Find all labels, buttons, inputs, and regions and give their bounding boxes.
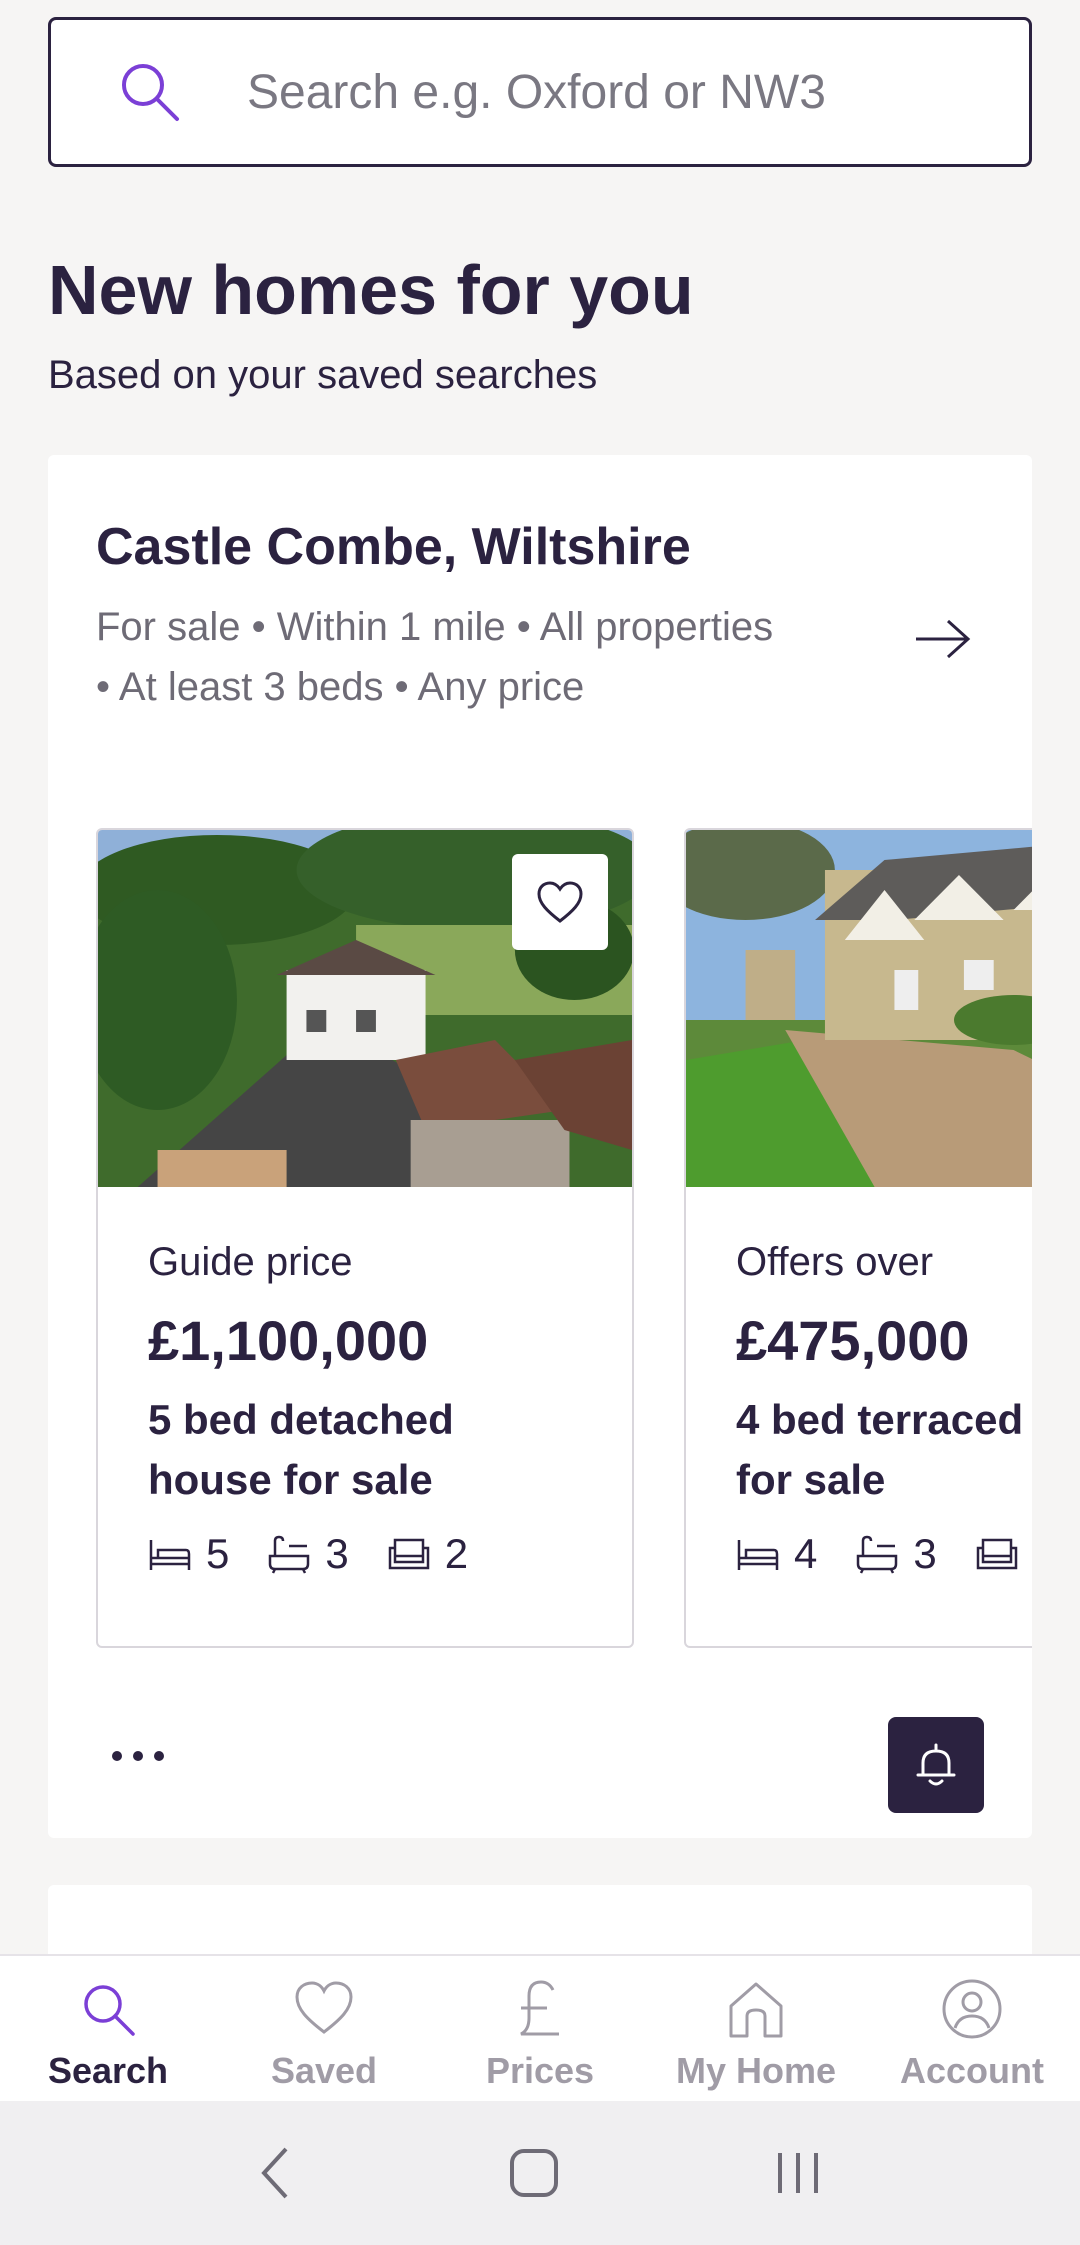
bell-icon — [916, 1743, 956, 1786]
heart-icon — [295, 1981, 353, 2034]
heart-icon — [537, 881, 583, 923]
saved-search-panel: Castle Combe, Wiltshire For sale • Withi… — [48, 455, 1032, 1838]
section-subtitle: Based on your saved searches — [48, 353, 598, 397]
sofa-icon — [388, 1538, 429, 1570]
beds-feature: 4 — [736, 1530, 817, 1578]
listing-description: 5 bed detached house for sale — [148, 1396, 454, 1503]
search-icon — [84, 1985, 135, 2036]
beds-feature: 5 — [148, 1530, 229, 1578]
bed-icon — [737, 1540, 779, 1570]
tab-label: Prices — [485, 2050, 595, 2091]
listing-card[interactable]: Offers over £475,000 4 bed terraced hous… — [684, 828, 1032, 1648]
tab-label: Saved — [270, 2050, 378, 2091]
listing-photo[interactable] — [686, 830, 1032, 1187]
dot — [112, 1751, 122, 1761]
pound-icon — [520, 1980, 559, 2036]
tab-label: My Home — [675, 2050, 837, 2091]
back-icon[interactable] — [256, 2145, 296, 2201]
system-navigation-bar — [0, 2101, 1080, 2245]
bed-icon — [149, 1540, 191, 1570]
tab-saved[interactable]: Saved — [216, 1956, 432, 2101]
bath-icon — [269, 1535, 310, 1574]
price-qualifier: Offers over — [736, 1240, 934, 1284]
tab-label: Account — [900, 2050, 1044, 2091]
arrow-right-icon[interactable] — [914, 617, 974, 661]
baths-feature: 3 — [267, 1530, 349, 1578]
search-input[interactable] — [247, 64, 1007, 120]
listing-features: 4 3 3 — [736, 1530, 1032, 1578]
home-button-icon[interactable] — [508, 2147, 560, 2199]
search-icon — [122, 64, 179, 121]
recent-apps-icon[interactable] — [772, 2147, 824, 2199]
baths-count: 3 — [325, 1530, 349, 1577]
tab-search[interactable]: Search — [0, 1956, 216, 2101]
bottom-tab-bar: Search Saved Prices My Home Account — [0, 1954, 1080, 2101]
sofa-icon — [976, 1538, 1017, 1570]
listing-price: £475,000 — [736, 1309, 970, 1372]
alert-button[interactable] — [888, 1717, 984, 1813]
saved-search-location[interactable]: Castle Combe, Wiltshire — [96, 517, 691, 577]
tab-label: Search — [47, 2050, 169, 2091]
account-icon — [942, 1979, 1002, 2039]
listing-features: 5 3 2 — [148, 1530, 506, 1578]
more-options-button[interactable] — [112, 1751, 175, 1761]
tab-my-home[interactable]: My Home — [648, 1956, 864, 2101]
baths-feature: 3 — [855, 1530, 937, 1578]
listing-card[interactable]: Guide price £1,100,000 5 bed detached ho… — [96, 828, 634, 1648]
tab-prices[interactable]: Prices — [432, 1956, 648, 2101]
bath-icon — [857, 1535, 898, 1574]
price-qualifier: Guide price — [148, 1240, 353, 1284]
dot — [133, 1751, 143, 1761]
receptions-feature: 3 — [975, 1530, 1032, 1578]
listing-price: £1,100,000 — [148, 1309, 429, 1372]
save-listing-button[interactable] — [512, 854, 608, 950]
receptions-count: 2 — [444, 1530, 469, 1577]
beds-count: 4 — [794, 1530, 818, 1577]
tab-account[interactable]: Account — [864, 1956, 1080, 2101]
receptions-feature: 2 — [387, 1530, 468, 1578]
listing-description: 4 bed terraced house for sale — [736, 1396, 1032, 1503]
dot — [154, 1751, 164, 1761]
saved-search-criteria: For sale • Within 1 mile • All propertie… — [96, 605, 774, 709]
section-title: New homes for you — [48, 251, 694, 329]
search-bar[interactable] — [48, 17, 1032, 167]
beds-count: 5 — [206, 1530, 230, 1577]
home-icon — [729, 1982, 783, 2038]
baths-count: 3 — [913, 1530, 937, 1577]
